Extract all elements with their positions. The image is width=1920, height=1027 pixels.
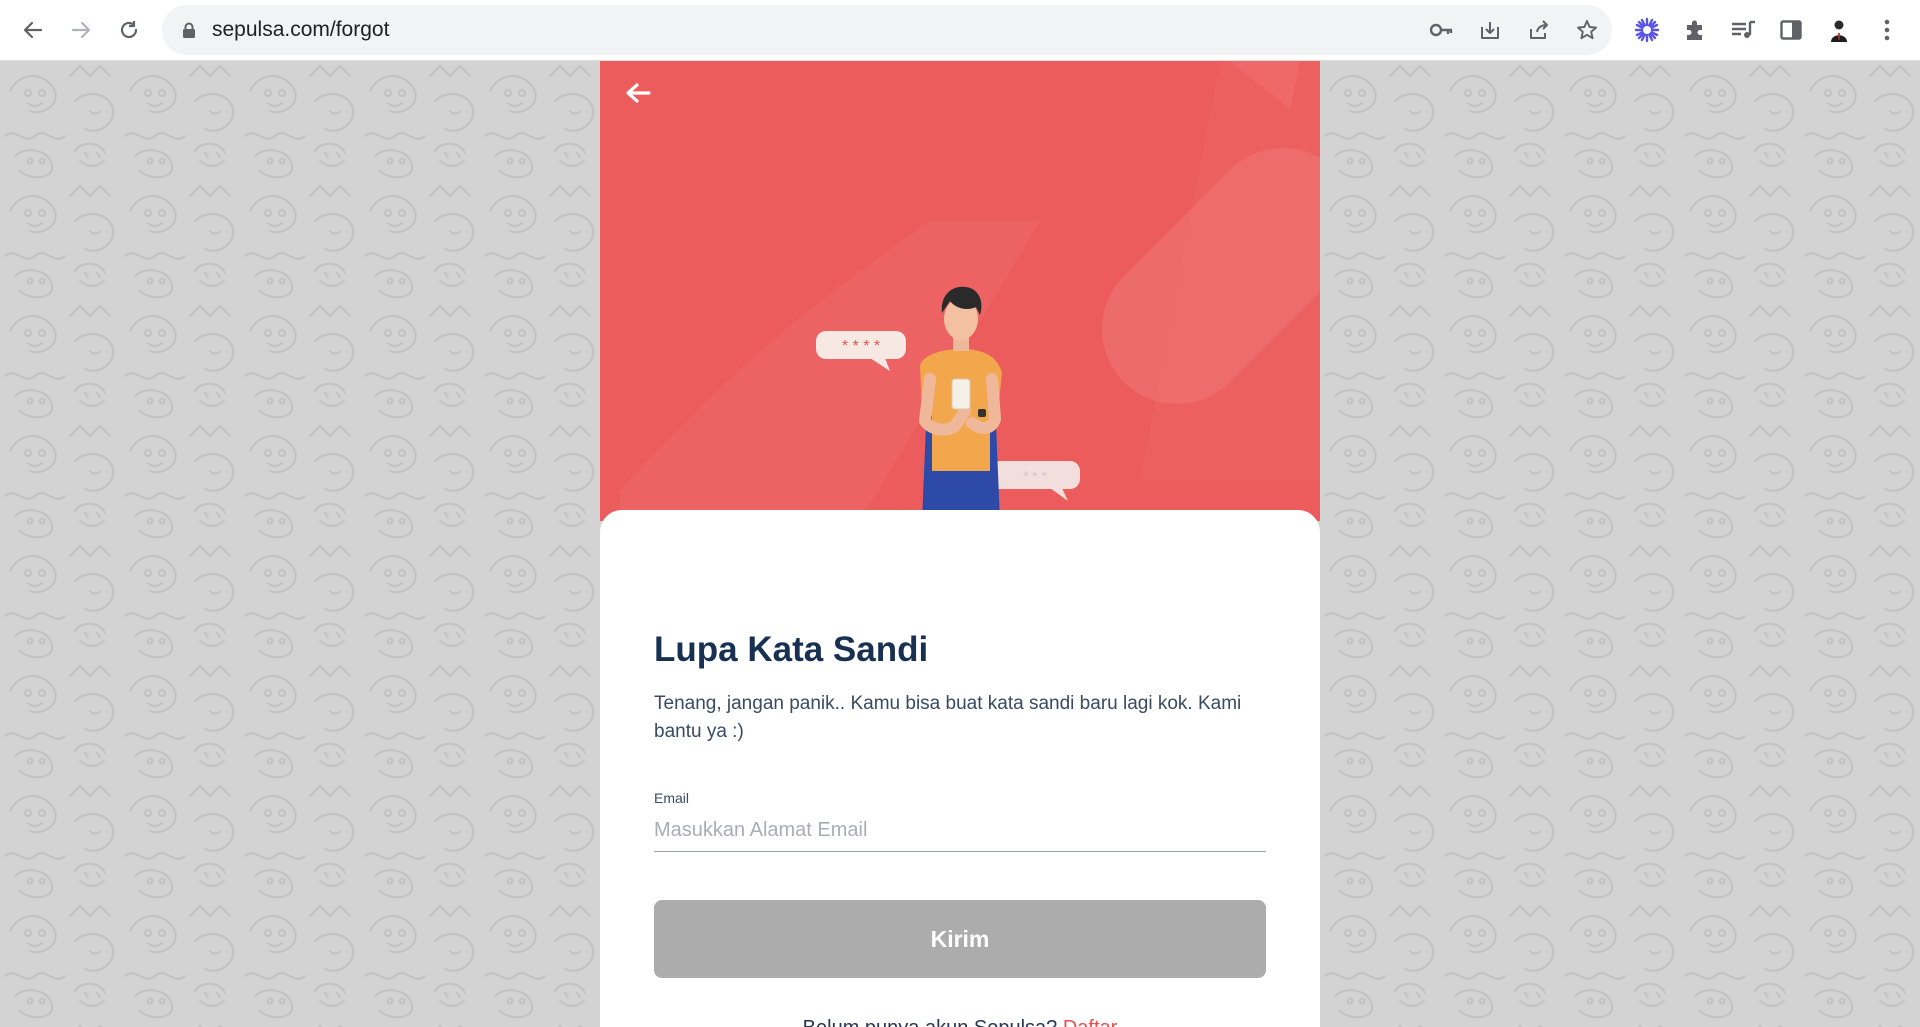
media-icon [1732, 20, 1755, 38]
back-icon [23, 21, 43, 39]
media-control-button[interactable] [1728, 15, 1758, 45]
email-label: Email [654, 790, 690, 806]
key-icon [1430, 23, 1453, 37]
profile-avatar [1825, 16, 1853, 44]
reload-icon [120, 21, 138, 39]
address-bar[interactable]: sepulsa.com/forgot [162, 5, 1612, 55]
page-title: Lupa Kata Sandi [654, 630, 929, 669]
signup-text: Belum punya akun Sepulsa? [803, 1017, 1058, 1027]
form-card: Lupa Kata Sandi Tenang, jangan panik.. K… [600, 510, 1320, 1027]
hero-bubble-2: * * * [1023, 468, 1048, 484]
sidepanel-icon [1780, 20, 1802, 40]
puzzle-icon [1687, 20, 1702, 40]
signup-prompt: Belum punya akun Sepulsa? Daftar [600, 1017, 1320, 1027]
password-key-button[interactable] [1427, 15, 1457, 45]
reload-button[interactable] [110, 11, 148, 49]
lock-icon [183, 22, 195, 38]
signup-link[interactable]: Daftar [1063, 1017, 1117, 1027]
star-icon [1577, 20, 1597, 40]
profile-button[interactable] [1824, 15, 1854, 45]
forward-icon [71, 21, 91, 39]
share-button[interactable] [1524, 15, 1554, 45]
side-panel-button[interactable] [1776, 15, 1806, 45]
submit-button[interactable]: Kirim [654, 900, 1266, 978]
hero-bubble-1: * * * * [842, 338, 880, 355]
extensions-button[interactable] [1680, 15, 1710, 45]
forward-button[interactable] [62, 11, 100, 49]
arrow-left-icon [626, 83, 651, 103]
bookmark-button[interactable] [1572, 15, 1602, 45]
extension-button[interactable] [1632, 15, 1662, 45]
email-input[interactable] [654, 810, 1266, 852]
forgot-password-panel: * * * * * * * Lupa Kata Sandi Tenang, ja… [600, 61, 1320, 1027]
install-icon [1481, 22, 1499, 39]
page-description: Tenang, jangan panik.. Kamu bisa buat ka… [654, 693, 1242, 742]
extension-spark-icon [1634, 17, 1660, 43]
menu-button[interactable] [1872, 15, 1902, 45]
back-button[interactable] [14, 11, 52, 49]
hero-banner: * * * * * * * [600, 61, 1320, 521]
install-app-button[interactable] [1475, 15, 1505, 45]
url-text: sepulsa.com/forgot [212, 18, 390, 41]
browser-toolbar: sepulsa.com/forgot [0, 0, 1920, 61]
more-icon [1884, 19, 1890, 41]
hero-illustration: * * * * * * * [620, 61, 1320, 521]
back-arrow-button[interactable] [618, 73, 658, 113]
share-icon [1530, 20, 1548, 39]
